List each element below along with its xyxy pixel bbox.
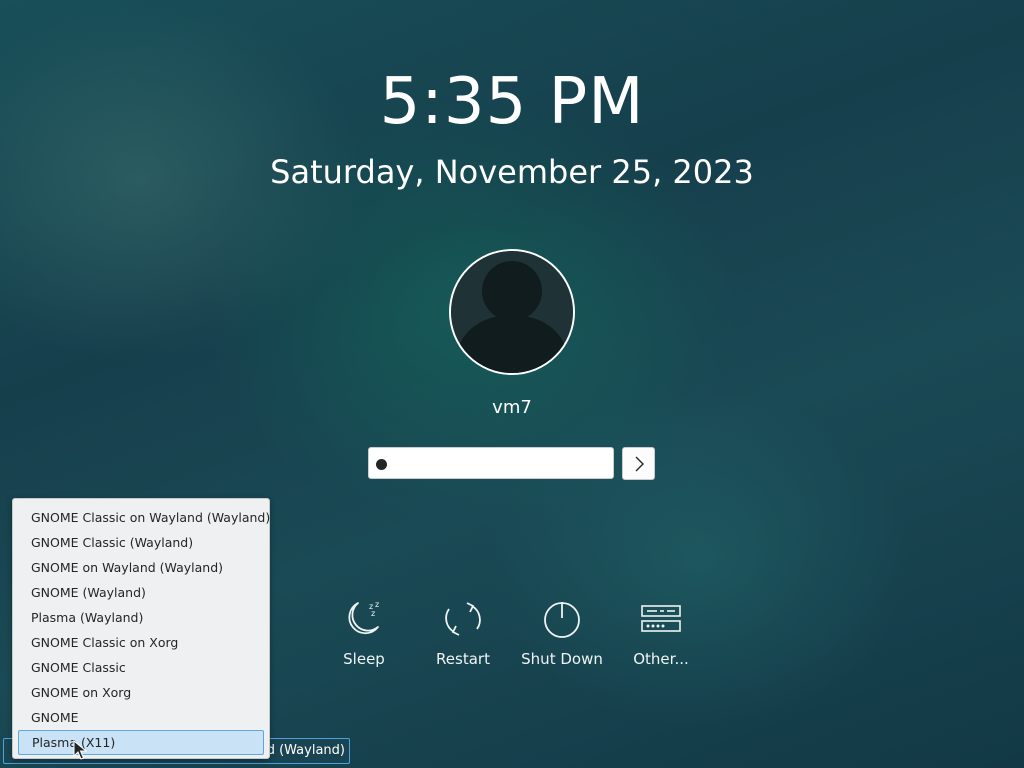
session-menu-item[interactable]: GNOME Classic (Wayland) — [13, 530, 269, 555]
session-menu-item[interactable]: GNOME Classic on Xorg — [13, 630, 269, 655]
other-button[interactable]: Other... — [611, 597, 711, 669]
password-input[interactable] — [368, 447, 614, 479]
sleep-label: Sleep — [343, 650, 385, 668]
shutdown-button[interactable]: Shut Down — [512, 597, 612, 669]
session-menu: GNOME Classic on Wayland (Wayland) GNOME… — [12, 498, 270, 759]
restart-icon — [445, 602, 481, 636]
shutdown-label: Shut Down — [521, 650, 603, 668]
sleep-icon: z z z — [348, 600, 379, 635]
username-label: vm7 — [492, 397, 532, 418]
sleep-button[interactable]: z z z Sleep — [314, 597, 414, 669]
login-button[interactable] — [622, 447, 655, 480]
other-label: Other... — [633, 650, 689, 668]
other-icon — [641, 605, 681, 632]
password-mask-dot — [376, 459, 387, 470]
login-screen: 5:35 PM Saturday, November 25, 2023 vm7 … — [0, 0, 1024, 768]
session-menu-item[interactable]: GNOME on Xorg — [13, 680, 269, 705]
session-menu-item[interactable]: Plasma (Wayland) — [13, 605, 269, 630]
chevron-right-icon — [635, 456, 644, 472]
shutdown-icon — [544, 602, 580, 638]
svg-text:z: z — [371, 609, 375, 618]
session-menu-item[interactable]: GNOME Classic — [13, 655, 269, 680]
session-menu-item[interactable]: GNOME Classic on Wayland (Wayland) — [13, 505, 270, 530]
session-menu-item[interactable]: GNOME on Wayland (Wayland) — [13, 555, 269, 580]
user-avatar-icon[interactable] — [449, 249, 575, 375]
session-menu-item[interactable]: GNOME (Wayland) — [13, 580, 269, 605]
svg-text:z: z — [375, 600, 379, 609]
mouse-cursor-icon — [73, 740, 87, 760]
clock-time: 5:35 PM — [379, 65, 645, 139]
session-menu-item[interactable]: GNOME — [13, 705, 269, 730]
restart-label: Restart — [436, 650, 490, 668]
restart-button[interactable]: Restart — [413, 597, 513, 669]
session-menu-item-selected[interactable]: Plasma (X11) — [18, 730, 264, 755]
clock-date: Saturday, November 25, 2023 — [270, 153, 754, 191]
